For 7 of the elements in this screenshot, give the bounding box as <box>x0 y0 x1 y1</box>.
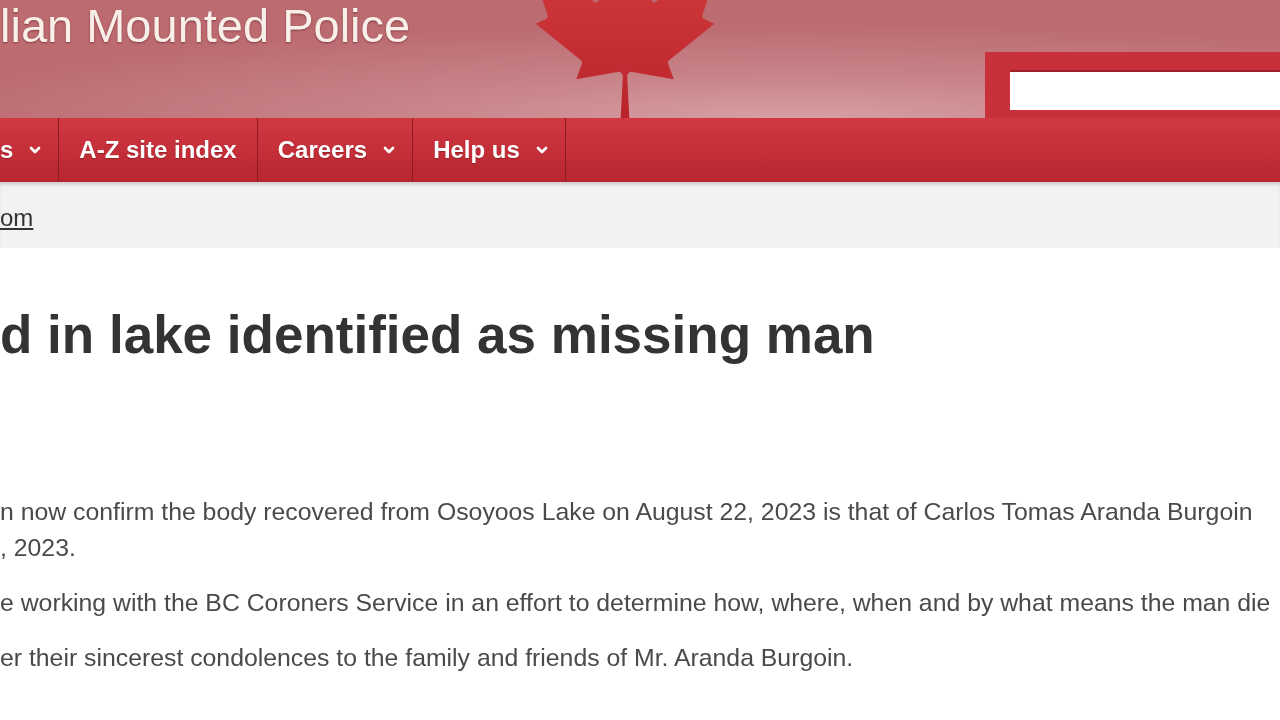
search-field[interactable] <box>1010 70 1280 110</box>
article-paragraph: n now confirm the body recovered from Osoyoos Lake on August 22, 2023 is that of Carlos Tomas Aranda Burgoin , 2023. <box>0 496 1253 563</box>
site-title: lian Mounted Police <box>0 2 412 49</box>
article-heading: d in lake identified as missing man <box>0 305 875 366</box>
breadcrumb-link[interactable]: om <box>0 200 34 248</box>
article-paragraph: e working with the BC Coroners Service in an effort to determine how, where, when and by what means the man die <box>0 587 1271 618</box>
article-paragraph: er their sincerest condolences to the family and friends of Mr. Aranda Burgoin. <box>0 642 854 673</box>
